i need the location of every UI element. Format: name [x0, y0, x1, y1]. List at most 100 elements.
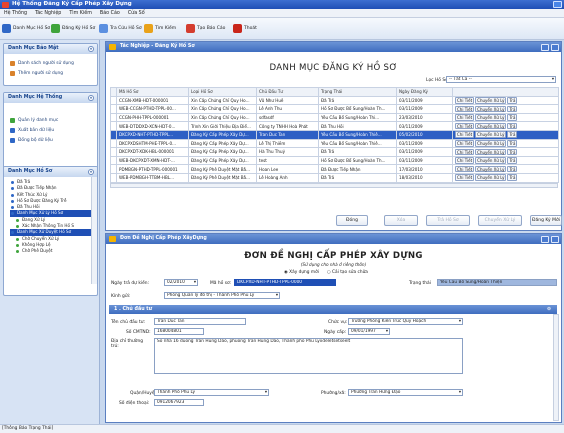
address-field[interactable]: So nha 16 duong Tran Hung Dao, phuong Tr… — [154, 338, 463, 374]
sidebar-item-export-data[interactable]: Xuất bản dữ liệu — [4, 125, 97, 135]
table-row[interactable]: CCGN-PHH-TPPL-000001 Xin Cấp Chứng Chỉ Qu… — [110, 112, 559, 123]
collapse-icon[interactable]: ⊙ — [547, 305, 551, 314]
return-button[interactable]: Trả — [507, 165, 518, 173]
menu-cua-so[interactable]: Cửa Sổ — [124, 9, 149, 18]
transfer-button[interactable]: Chuyển Xử Lý — [475, 140, 507, 147]
panel-header[interactable]: Danh Mục Hồ Sơ « — [4, 167, 97, 177]
form-scrollbar[interactable] — [553, 314, 559, 421]
position-select[interactable]: Trưởng Phòng Kiến Trúc Quy Hoạch ▾ — [348, 318, 463, 325]
sidebar-item-sync-data[interactable]: Đồng bộ dữ liệu — [4, 135, 97, 145]
register-new-button[interactable]: Đăng Ký Mới — [530, 215, 562, 226]
table-row[interactable]: WEB-PDMBGH-TTBM-HBL... Đăng Ký Phê Duyệt … — [110, 172, 559, 183]
transfer-button[interactable]: Chuyển Xử Lý — [475, 174, 507, 182]
window-icon — [109, 236, 116, 242]
return-button[interactable]: Trả — [507, 140, 518, 147]
return-button[interactable]: Trả — [507, 174, 518, 182]
transfer-button[interactable]: Chuyển Xử Lý — [475, 148, 507, 156]
table-row-selected[interactable]: DKCPXD-NHT-PTHD-TPPL... Đăng Ký Cấp Phép … — [110, 129, 559, 140]
detail-button[interactable]: Chi Tiết — [455, 114, 475, 121]
collapse-icon[interactable]: « — [88, 169, 94, 175]
return-button[interactable]: Trả — [507, 157, 518, 164]
table-row[interactable]: DKCPXDSHTM-PHE-TPPL-0... Đăng Ký Cấp Phép… — [110, 138, 559, 149]
detail-button[interactable]: Chi Tiết — [455, 131, 475, 139]
detail-button[interactable]: Chi Tiết — [455, 165, 475, 173]
collapse-icon[interactable]: « — [88, 95, 94, 101]
ward-select[interactable]: Phường Trần Hưng Đạo ▾ — [348, 389, 463, 396]
toolbar-tao-bao-cao[interactable]: Tạo Báo Cáo — [186, 22, 225, 35]
menu-he-thong[interactable]: Hệ Thống — [0, 9, 31, 18]
minimize-icon[interactable] — [541, 235, 549, 243]
minimize-icon[interactable] — [541, 43, 549, 51]
return-dossier-button[interactable]: Trả Hồ Sơ — [426, 215, 470, 226]
app-close-icon[interactable] — [553, 1, 562, 8]
return-button[interactable]: Trả — [507, 131, 518, 139]
radio-new[interactable]: ◉ Xây dựng mới — [284, 270, 319, 275]
detail-button[interactable]: Chi Tiết — [455, 140, 475, 147]
delete-button[interactable]: Xóa — [384, 215, 418, 226]
transfer-button[interactable]: Chuyển Xử Lý — [475, 165, 507, 173]
sidebar-item-manage-catalog[interactable]: Quản lý danh mục — [4, 115, 97, 125]
detail-button[interactable]: Chi Tiết — [455, 122, 475, 130]
return-button[interactable]: Trả — [507, 105, 518, 113]
column-header[interactable]: Loại Hồ Sơ — [188, 87, 257, 97]
maximize-icon[interactable] — [551, 43, 559, 51]
horizontal-scrollbar[interactable] — [110, 183, 558, 188]
code-field[interactable]: DKCPXD-NHT-PTHD-TPPL-0000 — [234, 279, 336, 286]
toolbar-danh-muc-ho-so[interactable]: Danh Mục Hồ Sơ — [2, 22, 50, 35]
tree-scrollbar[interactable] — [91, 177, 97, 284]
window-header: Tác Nghiệp - Đăng Ký Hồ Sơ — [106, 42, 561, 52]
sidebar-item-user-list[interactable]: Danh sách người sử dụng — [4, 58, 97, 68]
panel-header[interactable]: Danh Mục Hệ Thống « — [4, 93, 97, 103]
radio-renovate[interactable]: ○ Cải tạo sửa chữa — [327, 270, 368, 275]
column-header[interactable]: Chủ Đầu Tư — [256, 87, 319, 97]
return-button[interactable]: Trả — [507, 97, 518, 104]
transfer-button[interactable]: Chuyển Xử Lý — [475, 131, 507, 139]
detail-button[interactable]: Chi Tiết — [455, 148, 475, 156]
phone-field[interactable]: 0912067923 — [154, 399, 204, 406]
return-button[interactable]: Trả — [507, 122, 518, 130]
row-actions: Chi Tiết Chuyển Xử Lý Trả — [452, 129, 559, 140]
table-row[interactable]: WEB-DKCPXDT-XMN-HDT-... Đăng Ký Cấp Phép … — [110, 155, 559, 166]
menu-bao-cao[interactable]: Báo Cáo — [96, 9, 124, 18]
collapse-icon[interactable]: « — [88, 46, 94, 52]
menu-tac-nghiep[interactable]: Tác Nghiệp — [31, 9, 65, 18]
cell: test — [256, 155, 319, 166]
toolbar-tra-cuu-ho-so[interactable]: Tra Cứu Hồ Sơ — [99, 22, 142, 35]
toolbar-dang-ky-ho-so[interactable]: Đăng Ký Hồ Sơ — [51, 22, 95, 35]
close-button[interactable]: Đóng — [336, 215, 368, 226]
sidebar-item-add-user[interactable]: Thêm người sử dụng — [4, 68, 97, 78]
return-button[interactable]: Trả — [507, 148, 518, 156]
toolbar-thoat[interactable]: Thoát — [233, 22, 257, 35]
table-row[interactable]: WEB-CCGN-PTHD-TPPL-00... Xin Cấp Chứng Ch… — [110, 104, 559, 114]
table-row[interactable]: PDMBGN-PTHD-TPPL-000001 Đăng Ký Phê Duyệt… — [110, 164, 559, 174]
issue-date-field[interactable]: 09/01/1997 ▾ — [348, 328, 390, 335]
table-row[interactable]: DKCPXDT-XDK-HBL-000001 Đăng Ký Cấp Phép X… — [110, 147, 559, 157]
transfer-button[interactable]: Chuyển Xử Lý — [475, 105, 507, 113]
detail-button[interactable]: Chi Tiết — [455, 105, 475, 113]
owner-field[interactable]: Tran Duc Tan — [154, 318, 246, 325]
table-row[interactable]: WEB-DTDDXD-XCN-HDT-0... Trình Xin Giới Th… — [110, 121, 559, 131]
column-header[interactable]: Ngày Đăng Ký — [396, 87, 453, 97]
column-header[interactable]: Trạng Thái — [318, 87, 397, 97]
agency-select[interactable]: Phòng Quản lý đô thị - Thành Phố Phủ Lý ▾ — [164, 292, 280, 299]
panel-header[interactable]: Danh Mục Bảo Mật « — [4, 44, 97, 54]
toolbar-tim-kiem[interactable]: Tìm Kiếm — [144, 22, 176, 35]
transfer-button[interactable]: Chuyển Xử Lý — [475, 97, 507, 104]
id-field[interactable]: 168004801 — [154, 328, 204, 335]
maximize-icon[interactable] — [551, 235, 559, 243]
transfer-process-button[interactable]: Chuyển Xử Lý — [478, 215, 522, 226]
detail-button[interactable]: Chi Tiết — [455, 97, 475, 104]
menu-tim-kiem[interactable]: Tìm Kiếm — [65, 9, 96, 18]
tree-item[interactable]: Chờ Phê Duyệt — [10, 248, 97, 254]
transfer-button[interactable]: Chuyển Xử Lý — [475, 157, 507, 164]
table-row[interactable]: CCGN-XMB-HDT-000001 Xin Cấp Chứng Chỉ Quy… — [110, 95, 559, 106]
detail-button[interactable]: Chi Tiết — [455, 174, 475, 182]
date-field[interactable]: 02/2010 ▾ — [164, 279, 198, 286]
return-button[interactable]: Trả — [507, 114, 518, 121]
column-header[interactable]: Mã Hồ Sơ — [116, 87, 189, 97]
detail-button[interactable]: Chi Tiết — [455, 157, 475, 164]
transfer-button[interactable]: Chuyển Xử Lý — [475, 114, 507, 121]
district-select[interactable]: Thành Phố Phủ Lý ▾ — [154, 389, 269, 396]
transfer-button[interactable]: Chuyển Xử Lý — [475, 122, 507, 130]
filter-select[interactable]: -- Tất Cả -- ▾ — [446, 76, 556, 83]
